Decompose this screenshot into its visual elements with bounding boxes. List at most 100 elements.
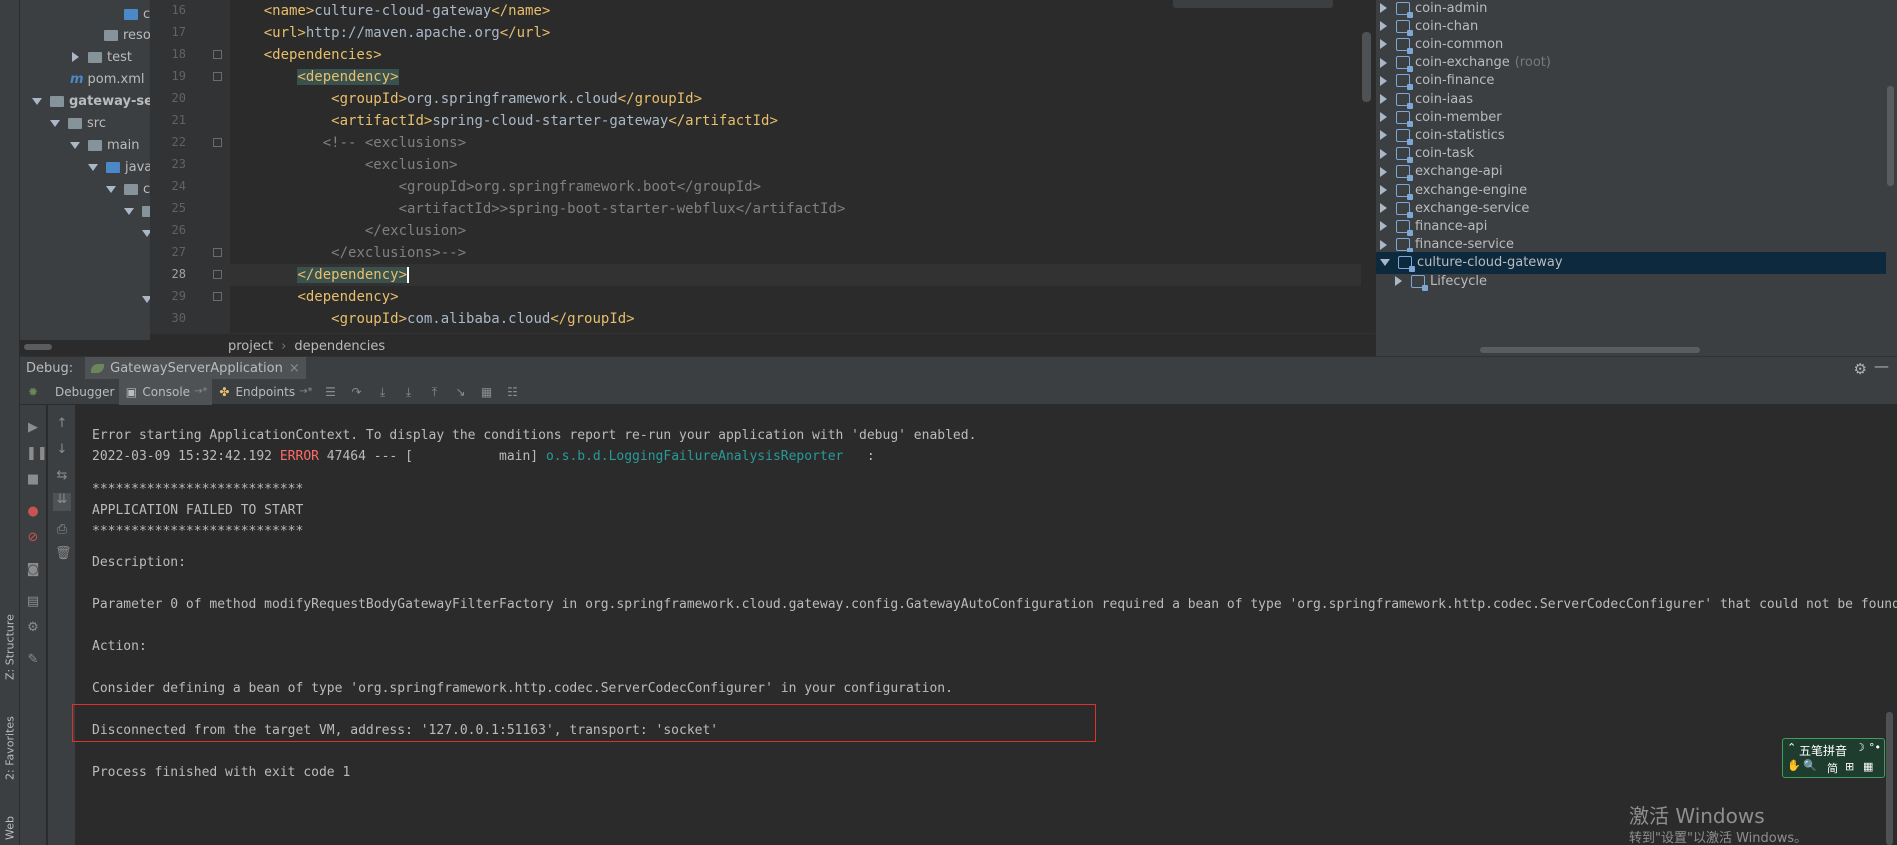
collapse-arrow-icon[interactable] bbox=[142, 229, 150, 237]
code-line[interactable]: <groupId>com.alibaba.cloud</groupId> bbox=[230, 308, 1361, 330]
tree-row[interactable] bbox=[124, 200, 150, 222]
breakpoints-icon[interactable]: ● bbox=[26, 505, 40, 519]
web-tool-tab[interactable]: Web bbox=[1, 795, 19, 840]
tab-debugger[interactable]: Debugger bbox=[50, 379, 119, 405]
expand-arrow-icon[interactable] bbox=[1380, 94, 1387, 104]
pin-icon[interactable]: →* bbox=[299, 386, 312, 397]
code-line[interactable]: <exclusion> bbox=[230, 154, 1361, 176]
run-to-cursor-icon[interactable]: ↘ bbox=[454, 386, 468, 398]
code-editor[interactable]: 16 17 18 19 20 21 22 23 24 25 26 27 28 29 30 <name>cul… bbox=[150, 0, 1375, 333]
tree-row[interactable]: c bbox=[124, 3, 150, 25]
tab-endpoints[interactable]: ✤ Endpoints →* bbox=[212, 379, 317, 405]
code-line[interactable]: <dependency> bbox=[230, 66, 1361, 88]
debug-session-tab[interactable]: GatewayServerApplication × bbox=[85, 356, 306, 380]
close-icon[interactable]: × bbox=[289, 361, 300, 376]
expand-arrow-icon[interactable] bbox=[1395, 276, 1402, 286]
code-line[interactable]: <dependencies> bbox=[230, 44, 1361, 66]
pin-icon[interactable]: →* bbox=[194, 386, 207, 397]
gear-icon[interactable]: ⚙ bbox=[1854, 360, 1867, 378]
expand-arrow-icon[interactable] bbox=[1380, 185, 1387, 195]
editor-scrollbar[interactable] bbox=[1362, 32, 1371, 102]
collapse-arrow-icon[interactable] bbox=[88, 163, 98, 171]
scroll-up-icon[interactable]: ↑ bbox=[55, 417, 69, 431]
rerun-icon[interactable]: ▶ bbox=[26, 421, 40, 435]
collapse-arrow-icon[interactable] bbox=[50, 119, 60, 127]
stop-icon[interactable]: ■ bbox=[26, 473, 40, 487]
favorites-tool-tab[interactable]: 2: Favorites bbox=[1, 700, 19, 780]
scroll-down-icon[interactable]: ↓ bbox=[55, 443, 69, 457]
structure-tool-tab[interactable]: Z: Structure bbox=[1, 600, 19, 680]
breadcrumb-item-project[interactable]: project bbox=[228, 339, 273, 354]
mute-breakpoints-icon[interactable]: ⊘ bbox=[26, 531, 40, 545]
code-line[interactable]: </dependency> bbox=[230, 264, 1361, 286]
collapse-arrow-icon[interactable] bbox=[124, 207, 134, 215]
collapse-arrow-icon[interactable] bbox=[106, 185, 116, 193]
pin-tab-icon[interactable]: ✎ bbox=[26, 653, 40, 667]
collapse-arrow-icon[interactable] bbox=[142, 295, 150, 303]
tree-row[interactable] bbox=[142, 288, 150, 310]
step-into-icon[interactable]: ⤓ bbox=[376, 386, 390, 398]
tree-row[interactable]: m pom.xml bbox=[70, 68, 145, 90]
hand-icon[interactable]: ✋ bbox=[1787, 759, 1801, 772]
tree-row[interactable]: reso bbox=[104, 24, 150, 46]
evaluate-icon[interactable]: ▦ bbox=[480, 386, 494, 398]
expand-arrow-icon[interactable] bbox=[1380, 221, 1387, 232]
expand-arrow-icon[interactable] bbox=[1380, 239, 1387, 250]
search-icon[interactable]: 🔍 bbox=[1803, 759, 1817, 772]
fold-marker-icon[interactable] bbox=[213, 292, 222, 301]
code-line[interactable]: <groupId>org.springframework.boot</group… bbox=[230, 176, 1361, 198]
soft-wrap-icon[interactable]: ⇆ bbox=[55, 469, 69, 483]
moon-icon[interactable]: ☽ bbox=[1855, 741, 1865, 754]
ime-mode[interactable]: 简 bbox=[1827, 760, 1838, 776]
tree-row[interactable]: main bbox=[70, 134, 139, 156]
camera-icon[interactable]: ◙ bbox=[26, 563, 40, 577]
tree-row[interactable] bbox=[142, 332, 150, 340]
code-line[interactable]: <artifactId>spring-cloud-starter-gateway… bbox=[230, 110, 1361, 132]
fold-marker-icon[interactable] bbox=[213, 50, 222, 59]
settings-icon[interactable]: ⚙ bbox=[26, 621, 40, 635]
code-line[interactable]: <artifactId>>spring-boot-starter-webflux… bbox=[230, 198, 1361, 220]
step-over-icon[interactable]: ↷ bbox=[350, 386, 364, 398]
editor-floating-toolbar[interactable] bbox=[1173, 0, 1333, 8]
code-line[interactable]: <url>http://maven.apache.org</url> bbox=[230, 22, 1361, 44]
fold-marker-icon[interactable] bbox=[213, 248, 222, 257]
project-tree-scrollbar[interactable] bbox=[24, 344, 52, 350]
chevron-up-icon[interactable]: ⌃ bbox=[1787, 741, 1796, 754]
expand-arrow-icon[interactable] bbox=[1380, 21, 1387, 32]
force-step-into-icon[interactable]: ⤓ bbox=[402, 386, 416, 398]
expand-arrow-icon[interactable] bbox=[1380, 57, 1387, 68]
ime-toolbar[interactable]: ⌃ 五笔拼音 ☽ °• ✋ 🔍 简 ⊞ ▦ bbox=[1782, 738, 1885, 778]
tab-console[interactable]: ▣ Console →* bbox=[119, 378, 213, 405]
trash-icon[interactable]: 🗑 bbox=[55, 547, 72, 561]
collapse-arrow-icon[interactable] bbox=[70, 141, 80, 149]
maven-scrollbar[interactable] bbox=[1887, 86, 1894, 186]
tree-row[interactable]: gateway-ser bbox=[32, 90, 150, 112]
expand-arrow-icon[interactable] bbox=[1380, 166, 1387, 177]
collapse-arrow-icon[interactable] bbox=[1380, 259, 1390, 267]
fold-marker-icon[interactable] bbox=[213, 72, 222, 81]
expand-arrow-icon[interactable] bbox=[1380, 148, 1387, 159]
layout-icon[interactable]: ☷ bbox=[506, 386, 520, 398]
expand-arrow-icon[interactable] bbox=[1380, 112, 1387, 123]
tree-row[interactable]: java bbox=[88, 156, 150, 178]
minimize-icon[interactable]: — bbox=[1874, 357, 1889, 375]
menu-lines-icon[interactable]: ☰ bbox=[324, 386, 338, 398]
maven-project-row[interactable]: Lifecycle bbox=[1376, 270, 1886, 292]
tree-row[interactable] bbox=[142, 222, 150, 244]
breadcrumb-item-dependencies[interactable]: dependencies bbox=[294, 339, 385, 354]
grid-icon[interactable]: ▦ bbox=[1863, 760, 1873, 773]
expand-arrow-icon[interactable] bbox=[1380, 130, 1387, 141]
console-token[interactable]: o.s.b.d.LoggingFailureAnalysisReporter bbox=[546, 449, 843, 464]
expand-arrow-icon[interactable] bbox=[1380, 39, 1387, 50]
punctuation-icon[interactable]: °• bbox=[1869, 741, 1881, 754]
expand-arrow-icon[interactable] bbox=[72, 52, 79, 62]
collapse-arrow-icon[interactable] bbox=[32, 97, 42, 105]
step-out-icon[interactable]: ⤒ bbox=[428, 386, 442, 398]
fold-marker-icon[interactable] bbox=[213, 138, 222, 147]
code-line[interactable]: </exclusions>--> bbox=[230, 242, 1361, 264]
code-line[interactable]: <groupId>org.springframework.cloud</grou… bbox=[230, 88, 1361, 110]
expand-arrow-icon[interactable] bbox=[1380, 75, 1387, 86]
code-line[interactable]: <!-- <exclusions> bbox=[230, 132, 1361, 154]
collapse-arrow-icon[interactable] bbox=[142, 339, 150, 340]
softkeyboard-icon[interactable]: ⊞ bbox=[1845, 760, 1854, 773]
